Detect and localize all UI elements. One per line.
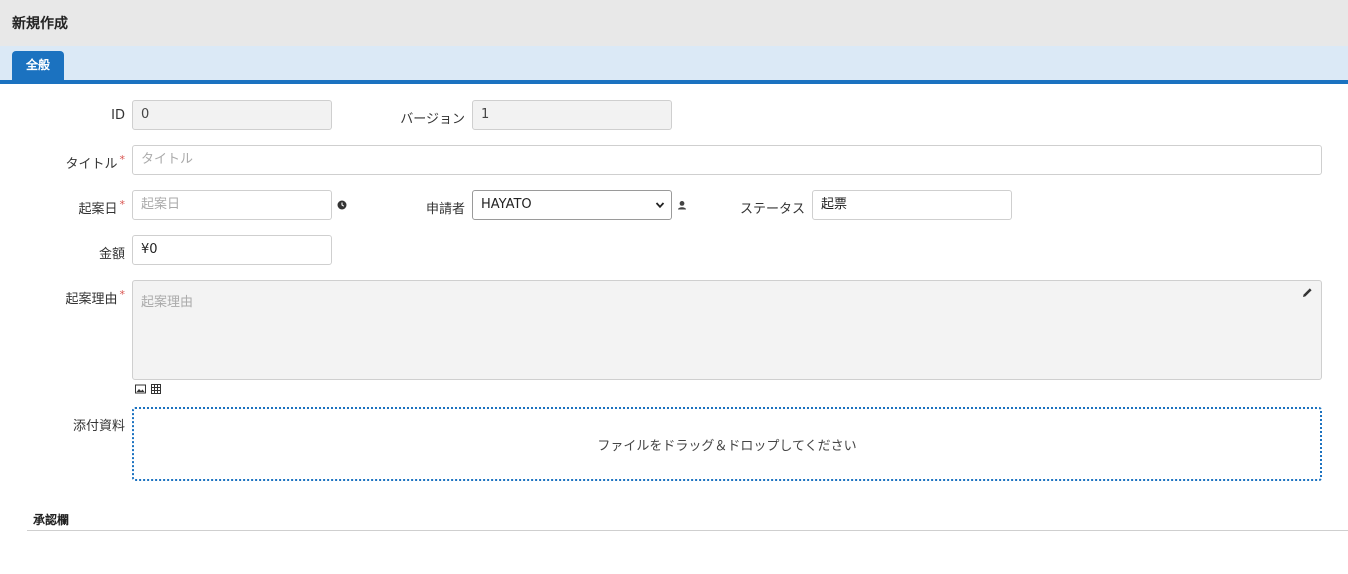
attachments-label: 添付資料 xyxy=(72,419,125,434)
title-label-text: タイトル xyxy=(65,157,118,172)
required-mark: * xyxy=(119,198,126,211)
title-label: タイトル * xyxy=(65,153,125,172)
required-mark: * xyxy=(119,153,126,166)
applicant-label: 申請者 xyxy=(425,202,465,217)
user-icon[interactable] xyxy=(677,200,687,210)
applicant-selected-value: HAYATO xyxy=(481,197,532,212)
version-label: バージョン xyxy=(400,112,465,127)
approval-section: 承認欄 xyxy=(27,509,1348,531)
approval-section-title: 承認欄 xyxy=(33,513,70,527)
page-header: 新規作成 xyxy=(0,0,1348,46)
dropzone-text: ファイルをドラッグ＆ドロップしてください xyxy=(597,439,857,454)
applicant-select[interactable]: HAYATO xyxy=(472,190,672,220)
reason-placeholder: 起案理由 xyxy=(141,295,194,310)
tab-general[interactable]: 全般 xyxy=(12,51,64,80)
id-field[interactable]: 0 xyxy=(132,100,332,130)
title-input[interactable]: タイトル xyxy=(132,145,1322,175)
version-field[interactable]: 1 xyxy=(472,100,672,130)
clock-icon[interactable] xyxy=(337,200,347,210)
required-mark: * xyxy=(119,288,126,301)
status-label: ステータス xyxy=(739,202,805,217)
file-dropzone[interactable]: ファイルをドラッグ＆ドロップしてください xyxy=(132,407,1322,481)
chevron-down-icon xyxy=(655,202,665,209)
proposal-date-input[interactable]: 起案日 xyxy=(132,190,332,220)
amount-label: 金額 xyxy=(98,247,125,262)
tab-bar: 全般 xyxy=(0,46,1348,84)
page-title: 新規作成 xyxy=(12,16,68,32)
status-field[interactable]: 起票 xyxy=(812,190,1012,220)
reason-label: 起案理由 * xyxy=(65,288,125,307)
reason-label-text: 起案理由 xyxy=(65,292,118,307)
table-icon[interactable] xyxy=(151,384,161,394)
image-icon[interactable] xyxy=(135,384,146,394)
id-label: ID xyxy=(111,108,125,123)
pencil-icon[interactable] xyxy=(1302,287,1313,298)
proposal-date-label-text: 起案日 xyxy=(78,202,118,217)
amount-input[interactable]: ¥0 xyxy=(132,235,332,265)
reason-textarea[interactable]: 起案理由 xyxy=(132,280,1322,380)
proposal-date-label: 起案日 * xyxy=(78,198,125,217)
